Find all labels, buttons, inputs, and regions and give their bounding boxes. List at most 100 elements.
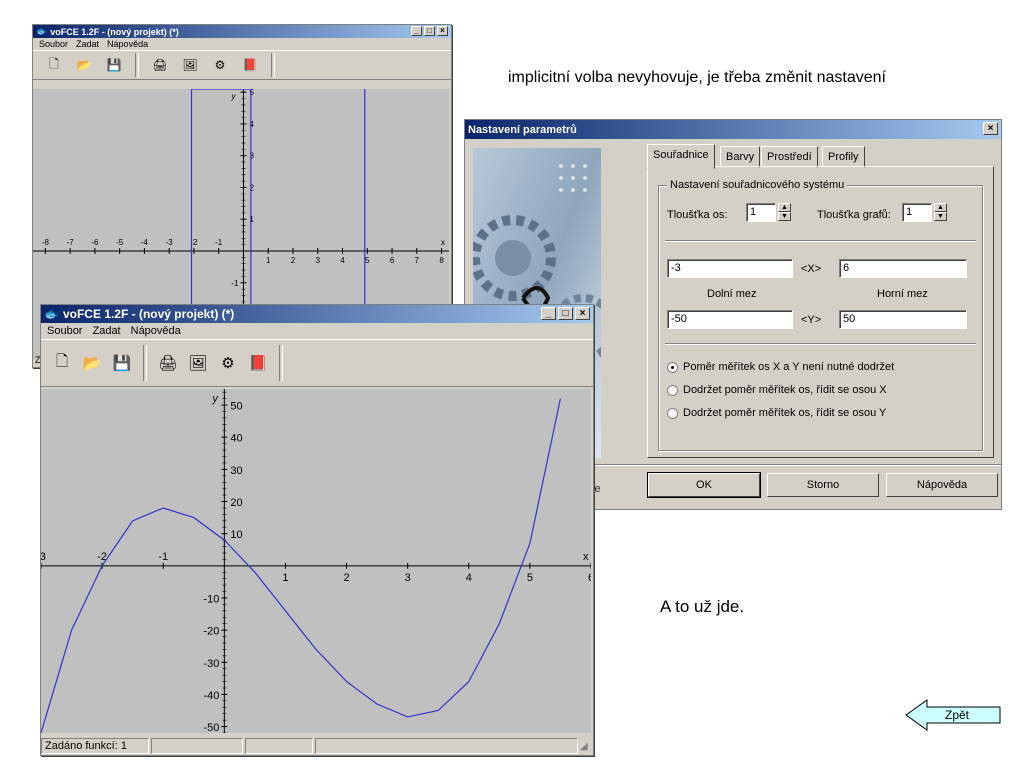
print-icon[interactable]: 🖨 — [153, 350, 183, 376]
y-tick-label: 5 — [249, 89, 254, 97]
spin-up-icon[interactable]: ▲ — [934, 203, 947, 212]
x-min-input[interactable]: -3 — [667, 259, 793, 278]
open-folder-icon[interactable]: 📂 — [77, 350, 107, 376]
radio-scale-y-label: Dodržet poměr měřítek os, řídit se osou … — [683, 407, 887, 419]
x-tick-label: -6 — [91, 238, 99, 247]
axis-thickness-label: Tloušťka os: — [667, 209, 728, 221]
close-button[interactable]: × — [575, 307, 590, 320]
y-axis-label: <Y> — [801, 314, 822, 326]
tab-barvy[interactable]: Barvy — [720, 146, 761, 168]
status-function-count: Zadáno funkcí: 1 — [41, 738, 149, 754]
spin-down-icon[interactable]: ▼ — [934, 212, 947, 221]
tools-icon[interactable]: ⚙ — [205, 52, 235, 78]
front-title-bar: 🐟 voFCE 1.2F - (nový projekt) (*) _ □ × — [41, 305, 593, 323]
back-toolbar: 🗋 📂 💾 🖨 🖼 ⚙ 📕 — [33, 50, 451, 80]
graph-thickness-spinner[interactable]: ▲ ▼ — [934, 203, 947, 222]
close-button[interactable]: × — [437, 26, 448, 36]
minimize-button[interactable]: _ — [541, 307, 556, 320]
front-status-bar: Zadáno funkcí: 1 ◢ — [41, 737, 593, 755]
tab-panel: Nastavení souřadnicového systému Tloušťk… — [647, 166, 994, 458]
y-min-input[interactable]: -50 — [667, 310, 793, 329]
help-book-icon[interactable]: 📕 — [235, 52, 265, 78]
lower-bound-label: Dolní mez — [707, 288, 757, 300]
help-button[interactable]: Nápověda — [886, 473, 998, 497]
axis-thickness-spinner[interactable]: ▲ ▼ — [778, 203, 791, 222]
x-tick-label: 1 — [282, 572, 288, 584]
y-tick-label: -40 — [203, 690, 219, 702]
resize-grip-icon[interactable]: ◢ — [580, 741, 588, 752]
status-cell — [151, 738, 243, 754]
print-icon[interactable]: 🖨 — [145, 52, 175, 78]
radio-scale-x[interactable]: Dodržet poměr měřítek os, řídit se osou … — [667, 384, 887, 396]
new-file-icon[interactable]: 🗋 — [39, 52, 69, 78]
spin-up-icon[interactable]: ▲ — [778, 203, 791, 212]
x-tick-label: 5 — [527, 572, 533, 584]
x-axis-label: x — [441, 238, 445, 247]
y-tick-label: 3 — [249, 152, 254, 161]
menu-zadat[interactable]: Zadat — [92, 325, 120, 337]
minimize-button[interactable]: _ — [411, 26, 422, 36]
x-tick-label: -1 — [158, 551, 168, 563]
y-axis-label: y — [211, 393, 219, 405]
save-icon[interactable]: 💾 — [107, 350, 137, 376]
menu-napoveda[interactable]: Nápověda — [131, 325, 181, 337]
tab-souradnice[interactable]: Souřadnice — [647, 144, 715, 169]
tab-prostredi[interactable]: Prostředí — [761, 146, 818, 168]
back-arrow-button[interactable]: Zpět — [905, 699, 1001, 731]
y-tick-label: -10 — [203, 593, 219, 605]
menu-zadat[interactable]: Zadat — [76, 39, 99, 49]
ok-button[interactable]: OK — [647, 472, 761, 498]
save-icon[interactable]: 💾 — [99, 52, 129, 78]
radio-selected-icon[interactable] — [667, 361, 678, 373]
y-tick-label: 50 — [230, 401, 242, 413]
x-tick-label: 3 — [316, 256, 321, 265]
x-tick-label: 6 — [390, 256, 395, 265]
x-tick-label: 2 — [291, 256, 296, 265]
toolbar-separator — [135, 53, 139, 77]
y-tick-label: 10 — [230, 529, 242, 541]
x-tick-label: 4 — [340, 256, 345, 265]
toolbar-separator — [271, 53, 275, 77]
radio-unselected-icon[interactable] — [667, 384, 678, 396]
help-book-icon[interactable]: 📕 — [243, 350, 273, 376]
x-tick-label: -3 — [166, 238, 174, 247]
maximize-button[interactable]: □ — [558, 307, 573, 320]
menu-soubor[interactable]: Soubor — [47, 325, 82, 337]
spin-down-icon[interactable]: ▼ — [778, 212, 791, 221]
status-cell — [315, 738, 578, 754]
radio-scale-free[interactable]: Poměr měřítek os X a Y není nutné dodrže… — [667, 361, 894, 373]
radio-scale-y[interactable]: Dodržet poměr měřítek os, řídit se osou … — [667, 407, 886, 419]
new-file-icon[interactable]: 🗋 — [47, 350, 77, 376]
front-plot-area[interactable]: -3-2-11234565040302010-10-20-30-40-50xy — [41, 389, 591, 733]
cancel-button[interactable]: Storno — [767, 473, 879, 497]
menu-napoveda[interactable]: Nápověda — [107, 39, 148, 49]
radio-scale-free-label: Poměr měřítek os X a Y není nutné dodrže… — [683, 361, 895, 373]
front-window-title: voFCE 1.2F - (nový projekt) (*) — [62, 307, 235, 321]
front-app-window: 🐟 voFCE 1.2F - (nový projekt) (*) _ □ × … — [40, 304, 594, 756]
x-tick-label: -1 — [215, 238, 223, 247]
x-max-input[interactable]: 6 — [839, 259, 967, 278]
tools-icon[interactable]: ⚙ — [213, 350, 243, 376]
export-icon[interactable]: 🖼 — [183, 350, 213, 376]
front-toolbar: 🗋 📂 💾 🖨 🖼 ⚙ 📕 — [41, 339, 593, 387]
axis-thickness-input[interactable]: 1 — [746, 203, 776, 222]
x-tick-label: -3 — [41, 551, 46, 563]
dialog-title: Nastavení parametrů — [468, 123, 577, 136]
x-tick-label: -4 — [141, 238, 149, 247]
dialog-title-bar: Nastavení parametrů × — [465, 120, 1001, 139]
y-tick-label: 40 — [230, 433, 242, 445]
toolbar-separator — [143, 345, 147, 381]
y-max-input[interactable]: 50 — [839, 310, 967, 329]
radio-unselected-icon[interactable] — [667, 407, 678, 419]
open-folder-icon[interactable]: 📂 — [69, 52, 99, 78]
y-axis-label: y — [230, 92, 236, 101]
graph-thickness-label: Tloušťka grafů: — [817, 209, 891, 221]
upper-bound-label: Horní mez — [877, 288, 928, 300]
dialog-close-button[interactable]: × — [983, 122, 998, 135]
graph-thickness-input[interactable]: 1 — [902, 203, 932, 222]
menu-soubor[interactable]: Soubor — [39, 39, 68, 49]
tab-profily[interactable]: Profily — [822, 146, 865, 168]
export-icon[interactable]: 🖼 — [175, 52, 205, 78]
maximize-button[interactable]: □ — [424, 26, 435, 36]
x-tick-label: 4 — [466, 572, 472, 584]
